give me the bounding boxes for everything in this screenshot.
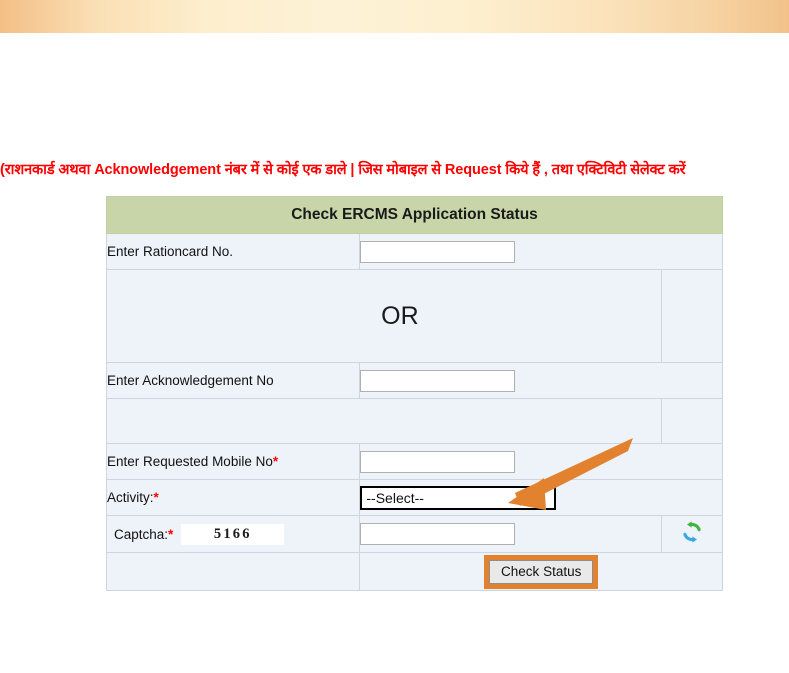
acknowledgement-label: Enter Acknowledgement No (105, 362, 361, 399)
activity-select[interactable]: --Select-- (360, 485, 557, 510)
activity-label: Activity:* (105, 479, 361, 516)
or-extra-cell (660, 269, 724, 363)
check-status-button[interactable]: Check Status (489, 559, 594, 584)
application-status-form: Check ERCMS Application Status Enter Rat… (105, 196, 724, 591)
captcha-label: Captcha:* (114, 527, 173, 542)
mobile-field-cell (359, 443, 723, 480)
captcha-label-cell: Captcha:* 5166 (105, 515, 361, 553)
or-text: OR (381, 301, 419, 330)
submit-cell: Check Status (359, 552, 723, 591)
captcha-image: 5166 (181, 523, 285, 545)
or-separator-cell: OR (106, 269, 662, 363)
rationcard-field-cell (359, 233, 723, 270)
mobile-label: Enter Requested Mobile No* (105, 443, 361, 480)
captcha-input[interactable] (360, 523, 516, 545)
refresh-captcha-icon[interactable] (680, 520, 704, 544)
activity-field-cell: --Select-- (359, 479, 723, 516)
activity-required-asterisk: * (153, 490, 159, 505)
activity-label-text: Activity: (107, 490, 154, 505)
table-row-activity: Activity:* --Select-- (105, 479, 723, 516)
mobile-input[interactable] (360, 450, 516, 473)
captcha-label-text: Captcha: (114, 526, 169, 542)
table-row-captcha: Captcha:* 5166 (105, 515, 724, 553)
table-row-spacer (106, 398, 724, 444)
top-banner (0, 0, 789, 33)
rationcard-input[interactable] (360, 240, 516, 263)
page-title: Check ERCMS Application Status (106, 196, 723, 234)
table-row-submit: Check Status (105, 552, 723, 591)
captcha-refresh-cell[interactable] (660, 515, 724, 553)
submit-highlight-box: Check Status (484, 554, 599, 589)
captcha-code-text: 5166 (213, 525, 252, 542)
acknowledgement-input[interactable] (360, 369, 516, 392)
table-header-row: Check ERCMS Application Status (106, 196, 723, 234)
captcha-field-cell (359, 515, 662, 553)
spacer-cell (106, 398, 662, 444)
table-row-rationcard: Enter Rationcard No. (105, 233, 723, 270)
submit-left-cell (105, 552, 361, 591)
mobile-label-text: Enter Requested Mobile No (107, 454, 273, 469)
captcha-required-asterisk: * (168, 526, 174, 542)
acknowledgement-field-cell (359, 362, 723, 399)
table-row-mobile: Enter Requested Mobile No* (105, 443, 723, 480)
instruction-text: (राशनकार्ड अथवा Acknowledgement नंबर में… (0, 162, 686, 178)
rationcard-label: Enter Rationcard No. (105, 233, 361, 270)
mobile-required-asterisk: * (272, 454, 279, 469)
table-row-acknowledgement: Enter Acknowledgement No (105, 362, 723, 399)
spacer-extra-cell (660, 398, 724, 444)
table-row-or: OR (106, 269, 724, 363)
